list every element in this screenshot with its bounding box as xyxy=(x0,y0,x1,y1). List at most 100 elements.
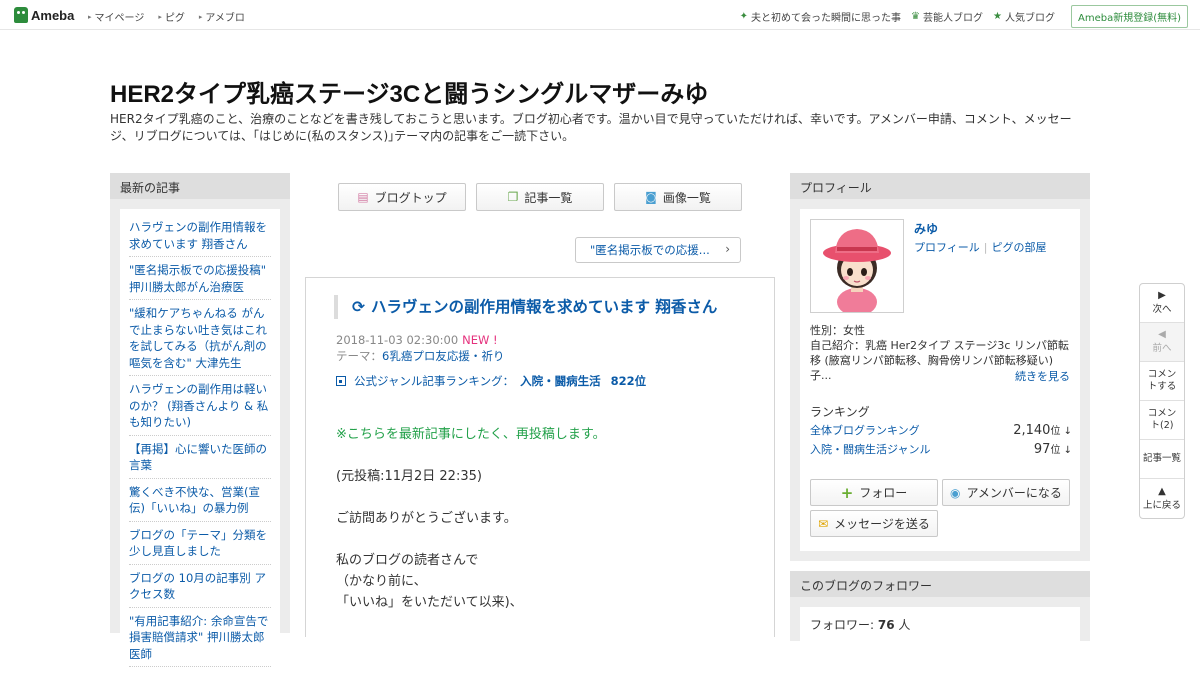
list-item[interactable]: 驚くべき不快な、営業(宣伝)「いいね」の暴力例 xyxy=(129,482,271,522)
followers-heading: このブログのフォロワー xyxy=(790,571,1090,597)
recent-posts-list: ハラヴェンの副作用情報を求めています 翔香さん "匿名掲示板での応援投稿" 押川… xyxy=(120,209,280,678)
list-item[interactable]: "匿名掲示板での応援投稿" 押川勝太郎がん治療医 xyxy=(129,260,271,300)
list-item[interactable]: "有用記事紹介: 余命宣告で損害賠償請求" 押川勝太郎医師 xyxy=(129,611,271,667)
profile-box: みゆ プロフィール | ピグの部屋 性別：女性 自己紹介：乳癌 Her2タイプ ステ… xyxy=(800,209,1080,551)
top-nav: ▸ マイページ ▸ ピグ ▸ アメブロ xyxy=(88,9,259,25)
ranking-row-unit: 位 ↓ xyxy=(1050,445,1072,456)
follow-button[interactable]: + フォロー xyxy=(810,479,938,506)
arrow-left-icon: ◀ xyxy=(1158,329,1166,340)
ranking-heading: ランキング xyxy=(810,405,870,419)
theme-link[interactable]: 6乳癌プロ友応援・祈り xyxy=(382,349,504,363)
document-icon: ▤ xyxy=(357,190,369,204)
ranking-row-value: 2,140 xyxy=(1013,423,1051,438)
global-header: Ameba ▸ マイページ ▸ ピグ ▸ アメブロ ✦ 夫と初めて会った瞬間に思った事 … xyxy=(0,0,1200,30)
ameba-logo[interactable]: Ameba xyxy=(14,6,74,24)
amember-button[interactable]: ◉ アメンバーになる xyxy=(942,479,1070,506)
logo-text: Ameba xyxy=(31,7,75,23)
next-post-button[interactable]: ▶ 次へ xyxy=(1140,284,1184,323)
tab-blog-top[interactable]: ▤ ブログトップ xyxy=(338,183,466,211)
chevron-right-icon: › xyxy=(725,242,730,256)
plus-icon: + xyxy=(840,483,854,502)
article-paragraph: (元投稿:11月2日 22:35) xyxy=(336,469,482,484)
ranking-label: 公式ジャンル記事ランキング： xyxy=(354,374,515,388)
article: ⟳ ハラヴェンの副作用情報を求めています 翔香さん 2018-11-03 02:3… xyxy=(305,277,775,637)
ranking-row-unit: 位 ↓ xyxy=(1050,426,1072,437)
article-paragraph: 私のブログの読者さんで xyxy=(336,553,479,568)
prev-post-label: "匿名掲示板での応援... xyxy=(590,243,710,257)
list-item[interactable]: ブログの 10月の記事別 アクセス数 xyxy=(129,568,271,608)
list-item[interactable]: ブログの「テーマ」分類を少し見直しました xyxy=(129,525,271,565)
list-item[interactable]: 【再掲】心に響いた医師の言葉 xyxy=(129,439,271,479)
blog-description: HER2タイプ乳癌のこと、治療のことなどを書き残しておこうと思います。ブログ初心… xyxy=(110,112,1072,143)
article-meta: 2018-11-03 02:30:00 NEW ! テーマ：6乳癌プロ友応援・祈り xyxy=(336,332,504,364)
nav-pigg[interactable]: ▸ ピグ xyxy=(158,9,185,25)
tab-post-list[interactable]: ❐ 記事一覧 xyxy=(476,183,604,211)
profile-name[interactable]: みゆ xyxy=(914,220,938,237)
list-item[interactable]: ハラヴェンの副作用は軽いのか？ (翔香さんより & 私も知りたい) xyxy=(129,379,271,436)
reblog-icon: ⟳ xyxy=(352,298,365,316)
article-date: 2018-11-03 02:30:00 xyxy=(336,333,459,347)
caret-right-icon: ▸ xyxy=(198,12,203,21)
envelope-icon: ✉ xyxy=(818,516,829,531)
article-title[interactable]: ⟳ ハラヴェンの副作用情報を求めています 翔香さん xyxy=(334,295,754,319)
send-message-button[interactable]: ✉ メッセージを送る xyxy=(810,510,938,537)
nav-mypage[interactable]: ▸ マイページ xyxy=(88,9,144,25)
trending-topic-link[interactable]: ✦ 夫と初めて会った瞬間に思った事 xyxy=(740,9,901,24)
article-paragraph: ご訪問ありがとうございます。 xyxy=(336,511,517,526)
recent-posts-heading: 最新の記事 xyxy=(110,173,290,199)
profile-link[interactable]: プロフィール xyxy=(914,241,980,254)
profile-links: プロフィール | ピグの部屋 xyxy=(914,239,1047,255)
write-comment-button[interactable]: コメントする xyxy=(1140,362,1184,401)
followers-box: フォロワー: 76 人 xyxy=(800,607,1080,647)
ranking-row[interactable]: 全体ブログランキング 2,140位 ↓ xyxy=(810,422,1072,438)
ameba-logo-icon xyxy=(14,7,28,23)
ranking-row-value: 97 xyxy=(1033,442,1051,457)
arrow-up-icon: ▲ xyxy=(1158,485,1166,497)
profile-heading: プロフィール xyxy=(790,173,1090,199)
genre-ranking[interactable]: 公式ジャンル記事ランキング： 入院・闘病生活 822位 xyxy=(336,373,646,389)
list-item[interactable]: "緩和ケアちゃんねる がんで止まらない吐き気はこれを試してみる（抗がん剤の嘔気を… xyxy=(129,303,271,376)
theme-label: テーマ： xyxy=(336,349,382,363)
blog-title[interactable]: HER2タイプ乳癌ステージ3Cと闘うシングルマザーみゆ xyxy=(110,74,708,109)
camera-icon: ◙ xyxy=(645,190,657,204)
floating-side-nav: ▶ 次へ ◀ 前へ コメントする コメント(2) 記事一覧 ▲ 上に戻る xyxy=(1139,283,1185,519)
ranking-icon xyxy=(336,376,346,386)
top-right-links: ✦ 夫と初めて会った瞬間に思った事 ♛ 芸能人ブログ ★ 人気ブログ Ameba新規登… xyxy=(730,5,1188,28)
list-icon: ❐ xyxy=(507,190,519,204)
post-list-button[interactable]: 記事一覧 xyxy=(1140,440,1184,479)
register-button[interactable]: Ameba新規登録(無料) xyxy=(1070,5,1188,28)
ranking-row[interactable]: 入院・闘病生活ジャンル 97位 ↓ xyxy=(810,441,1072,457)
read-more-link[interactable]: 続きを見る xyxy=(1015,368,1070,384)
ranking-value: 822位 xyxy=(610,374,647,388)
article-paragraph: （かなり前に、 xyxy=(336,574,427,589)
avatar[interactable] xyxy=(810,219,904,313)
speech-bubble-icon: ◉ xyxy=(950,485,961,500)
ranking-row-label: 全体ブログランキング xyxy=(810,424,920,437)
celebrity-blog-link[interactable]: ♛ 芸能人ブログ xyxy=(911,9,983,24)
blog-tabs: ▤ ブログトップ ❐ 記事一覧 ◙ 画像一覧 xyxy=(338,183,742,211)
caret-right-icon: ▸ xyxy=(158,12,162,21)
star-icon: ★ xyxy=(993,11,1002,22)
avatar-girl-icon xyxy=(811,220,903,312)
prev-post-side-button[interactable]: ◀ 前へ xyxy=(1140,323,1184,362)
new-badge: NEW ! xyxy=(462,333,498,347)
profile-panel: プロフィール みゆ プロフィール | ピグの部屋 性別：女性 自己紹介：乳癌 H… xyxy=(790,173,1090,561)
ranking-row-label: 入院・闘病生活ジャンル xyxy=(810,443,931,456)
article-paragraph: ※こちらを最新記事にしたく、再投稿します。 xyxy=(336,427,606,442)
tab-image-list[interactable]: ◙ 画像一覧 xyxy=(614,183,742,211)
followers-panel: このブログのフォロワー フォロワー: 76 人 xyxy=(790,571,1090,647)
arrow-right-icon: ▶ xyxy=(1158,290,1166,301)
sparkle-icon: ✦ xyxy=(739,11,749,22)
divider: | xyxy=(983,241,988,254)
nav-ameblo[interactable]: ▸ アメブロ xyxy=(198,9,245,25)
recent-posts-panel: 最新の記事 ハラヴェンの副作用情報を求めています 翔香さん "匿名掲示板での応援… xyxy=(110,173,290,678)
pigg-room-link[interactable]: ピグの部屋 xyxy=(992,241,1047,254)
article-body: ※こちらを最新記事にしたく、再投稿します。 (元投稿:11月2日 22:35) … xyxy=(336,424,756,613)
list-item[interactable]: ハラヴェンの副作用情報を求めています 翔香さん xyxy=(129,217,271,257)
back-to-top-button[interactable]: ▲ 上に戻る xyxy=(1140,479,1184,518)
popular-blog-link[interactable]: ★ 人気ブログ xyxy=(993,9,1055,24)
prev-post-button[interactable]: "匿名掲示板での応援... › xyxy=(575,237,741,263)
ranking-genre: 入院・闘病生活 xyxy=(520,374,601,388)
comments-button[interactable]: コメント(2) xyxy=(1140,401,1184,440)
profile-gender: 性別：女性 xyxy=(810,324,865,337)
